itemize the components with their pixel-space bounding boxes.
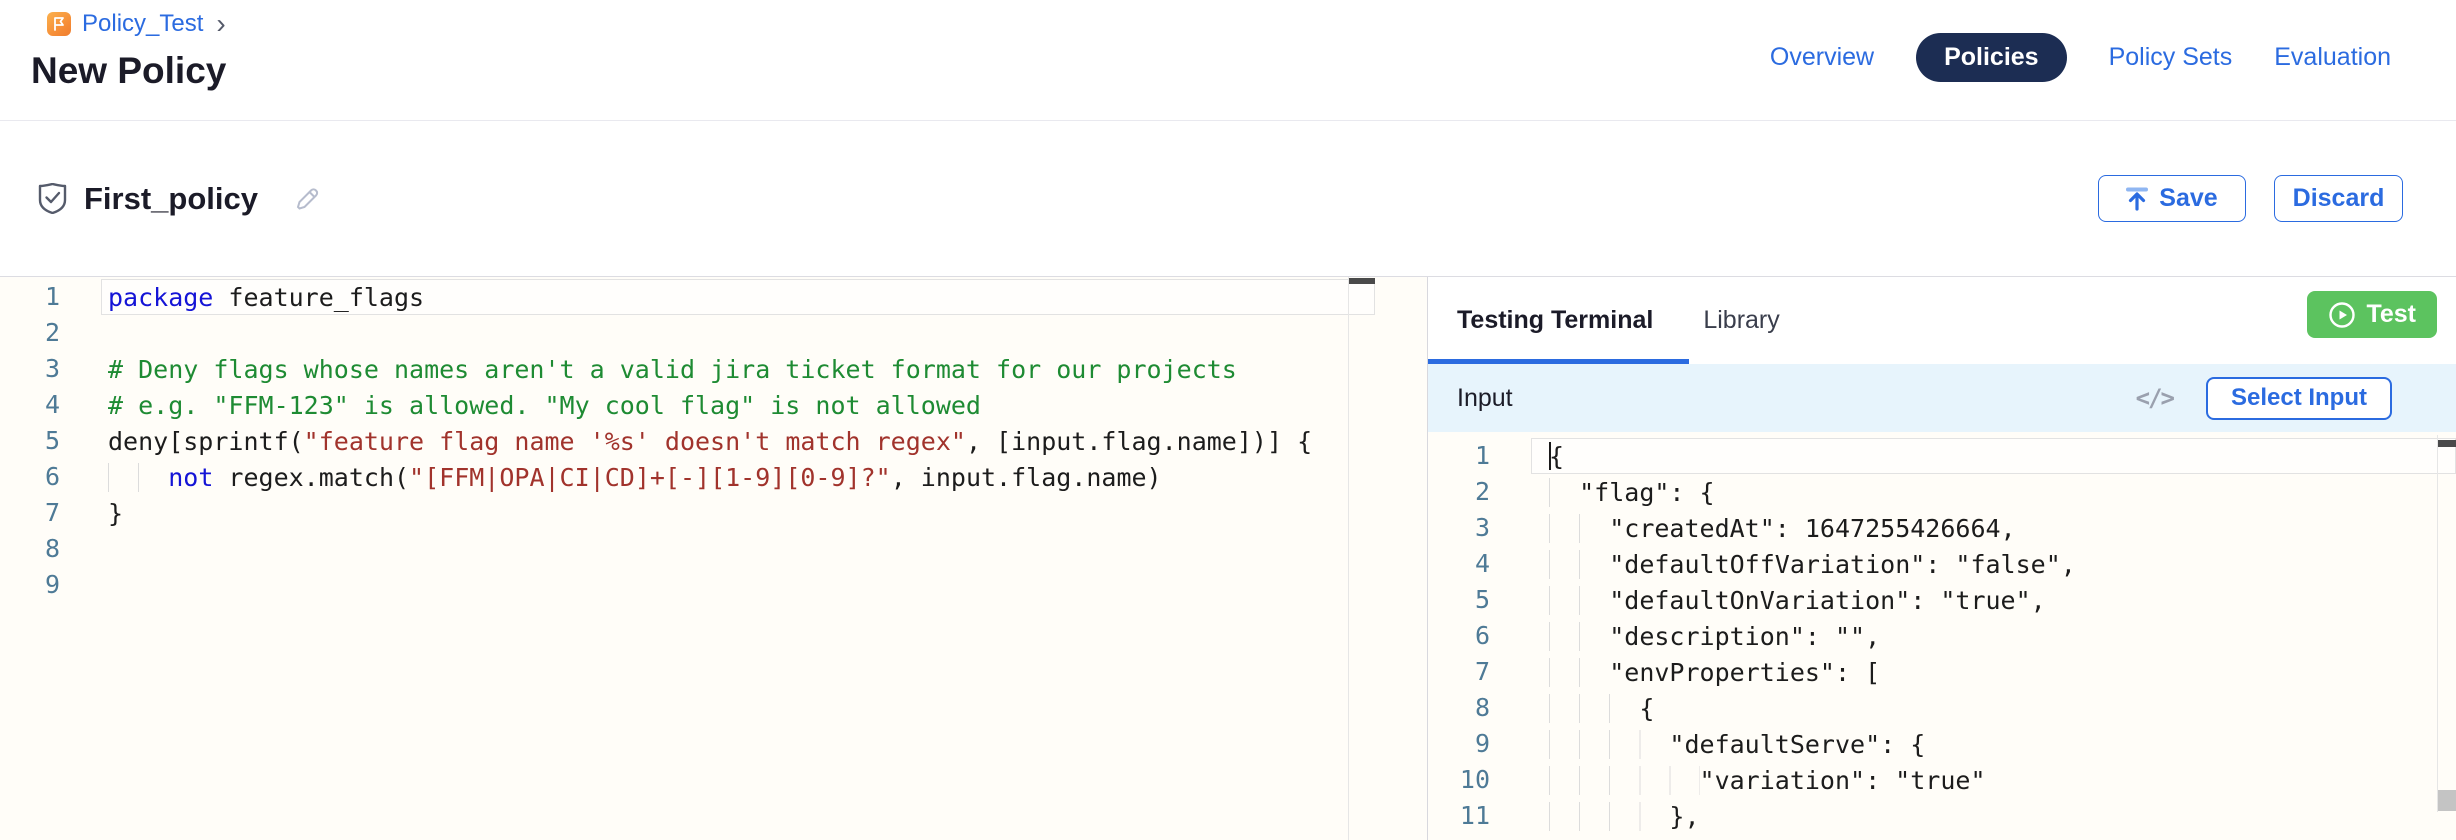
input-editor-scrollbar-corner[interactable]: [2438, 790, 2456, 811]
testing-panel: Testing Terminal Library Test Input </> …: [1427, 277, 2456, 840]
input-bar-label: Input: [1457, 384, 1513, 413]
input-editor-scrollbar-thumb[interactable]: [2438, 440, 2456, 447]
discard-button-label: Discard: [2293, 184, 2385, 213]
line-number: 2: [0, 315, 60, 351]
code-line[interactable]: 4# e.g. "FFM-123" is allowed. "My cool f…: [0, 387, 1375, 423]
policy-module-icon: [47, 12, 71, 36]
input-json-editor[interactable]: 1{2 "flag": {3 "createdAt": 164725542666…: [1428, 432, 2456, 840]
line-number: 5: [0, 423, 60, 459]
code-line[interactable]: 11 },: [1428, 798, 2456, 834]
line-number: 7: [0, 495, 60, 531]
line-number: 7: [1428, 654, 1490, 690]
line-number: 6: [1428, 618, 1490, 654]
line-number: 8: [1428, 690, 1490, 726]
play-circle-icon: [2328, 301, 2356, 329]
page-header: Policy_Test › New Policy Overview Polici…: [0, 0, 2456, 121]
code-line[interactable]: 10 "variation": "true": [1428, 762, 2456, 798]
rego-editor-scrollbar-thumb[interactable]: [1349, 278, 1375, 284]
save-button-label: Save: [2159, 184, 2217, 213]
input-editor-scrollbar-track: [2437, 435, 2438, 812]
line-number: 6: [0, 459, 60, 495]
line-number: 8: [0, 531, 60, 567]
edit-pencil-icon[interactable]: [291, 184, 321, 214]
tab-library[interactable]: Library: [1703, 306, 1779, 335]
code-line[interactable]: 6 not regex.match("[FFM|OPA|CI|CD]+[-][1…: [0, 459, 1375, 495]
tab-testing-terminal[interactable]: Testing Terminal: [1457, 306, 1653, 335]
editor-content: 1package feature_flags23# Deny flags who…: [0, 276, 2456, 840]
page-title: New Policy: [31, 50, 226, 92]
input-bar: Input </> Select Input: [1428, 364, 2456, 432]
shield-check-icon: [38, 183, 67, 214]
breadcrumb: Policy_Test ›: [47, 10, 226, 38]
line-number: 9: [0, 567, 60, 603]
nav-item-overview[interactable]: Overview: [1770, 43, 1874, 72]
code-line[interactable]: 1package feature_flags: [0, 279, 1375, 315]
code-line[interactable]: 3# Deny flags whose names aren't a valid…: [0, 351, 1375, 387]
code-line[interactable]: 3 "createdAt": 1647255426664,: [1428, 510, 2456, 546]
line-number: 3: [1428, 510, 1490, 546]
code-line[interactable]: 1{: [1428, 438, 2456, 474]
code-line[interactable]: 9 "defaultServe": {: [1428, 726, 2456, 762]
code-line[interactable]: 2: [0, 315, 1375, 351]
rego-editor[interactable]: 1package feature_flags23# Deny flags who…: [0, 277, 1375, 603]
line-number: 10: [1428, 762, 1490, 798]
code-line[interactable]: 5 "defaultOnVariation": "true",: [1428, 582, 2456, 618]
active-tab-underline: [1428, 359, 1689, 364]
test-button-label: Test: [2366, 300, 2416, 329]
line-number: 5: [1428, 582, 1490, 618]
code-icon[interactable]: </>: [2136, 384, 2173, 412]
line-number: 2: [1428, 474, 1490, 510]
policy-name: First_policy: [84, 181, 258, 217]
nav-item-policy-sets[interactable]: Policy Sets: [2109, 43, 2233, 72]
line-number: 1: [0, 279, 60, 315]
line-number: 3: [0, 351, 60, 387]
policy-editor-page: Policy_Test › New Policy Overview Polici…: [0, 0, 2456, 840]
save-button[interactable]: Save: [2098, 175, 2246, 222]
code-line[interactable]: 9: [0, 567, 1375, 603]
breadcrumb-project-link[interactable]: Policy_Test: [82, 10, 203, 38]
line-number: 1: [1428, 438, 1490, 474]
code-line[interactable]: 2 "flag": {: [1428, 474, 2456, 510]
code-line[interactable]: 6 "description": "",: [1428, 618, 2456, 654]
upload-icon: [2126, 187, 2148, 211]
code-line[interactable]: 8: [0, 531, 1375, 567]
nav-item-policies[interactable]: Policies: [1916, 33, 2067, 82]
line-number: 11: [1428, 798, 1490, 834]
rego-editor-scrollbar-track: [1348, 277, 1349, 840]
line-number: 9: [1428, 726, 1490, 762]
module-nav: Overview Policies Policy Sets Evaluation: [1770, 33, 2391, 81]
nav-item-evaluation[interactable]: Evaluation: [2274, 43, 2391, 72]
code-line[interactable]: 7}: [0, 495, 1375, 531]
line-number: 4: [1428, 546, 1490, 582]
testing-panel-tabs: Testing Terminal Library Test: [1428, 277, 2456, 364]
line-number: 4: [0, 387, 60, 423]
code-line[interactable]: 4 "defaultOffVariation": "false",: [1428, 546, 2456, 582]
select-input-button[interactable]: Select Input: [2206, 377, 2392, 420]
chevron-right-icon: ›: [216, 12, 225, 36]
code-line[interactable]: 5deny[sprintf("feature flag name '%s' do…: [0, 423, 1375, 459]
policy-toolbar: First_policy Save Discard: [0, 121, 2456, 276]
discard-button[interactable]: Discard: [2274, 175, 2403, 222]
test-button[interactable]: Test: [2307, 291, 2437, 338]
code-line[interactable]: 8 {: [1428, 690, 2456, 726]
code-line[interactable]: 7 "envProperties": [: [1428, 654, 2456, 690]
